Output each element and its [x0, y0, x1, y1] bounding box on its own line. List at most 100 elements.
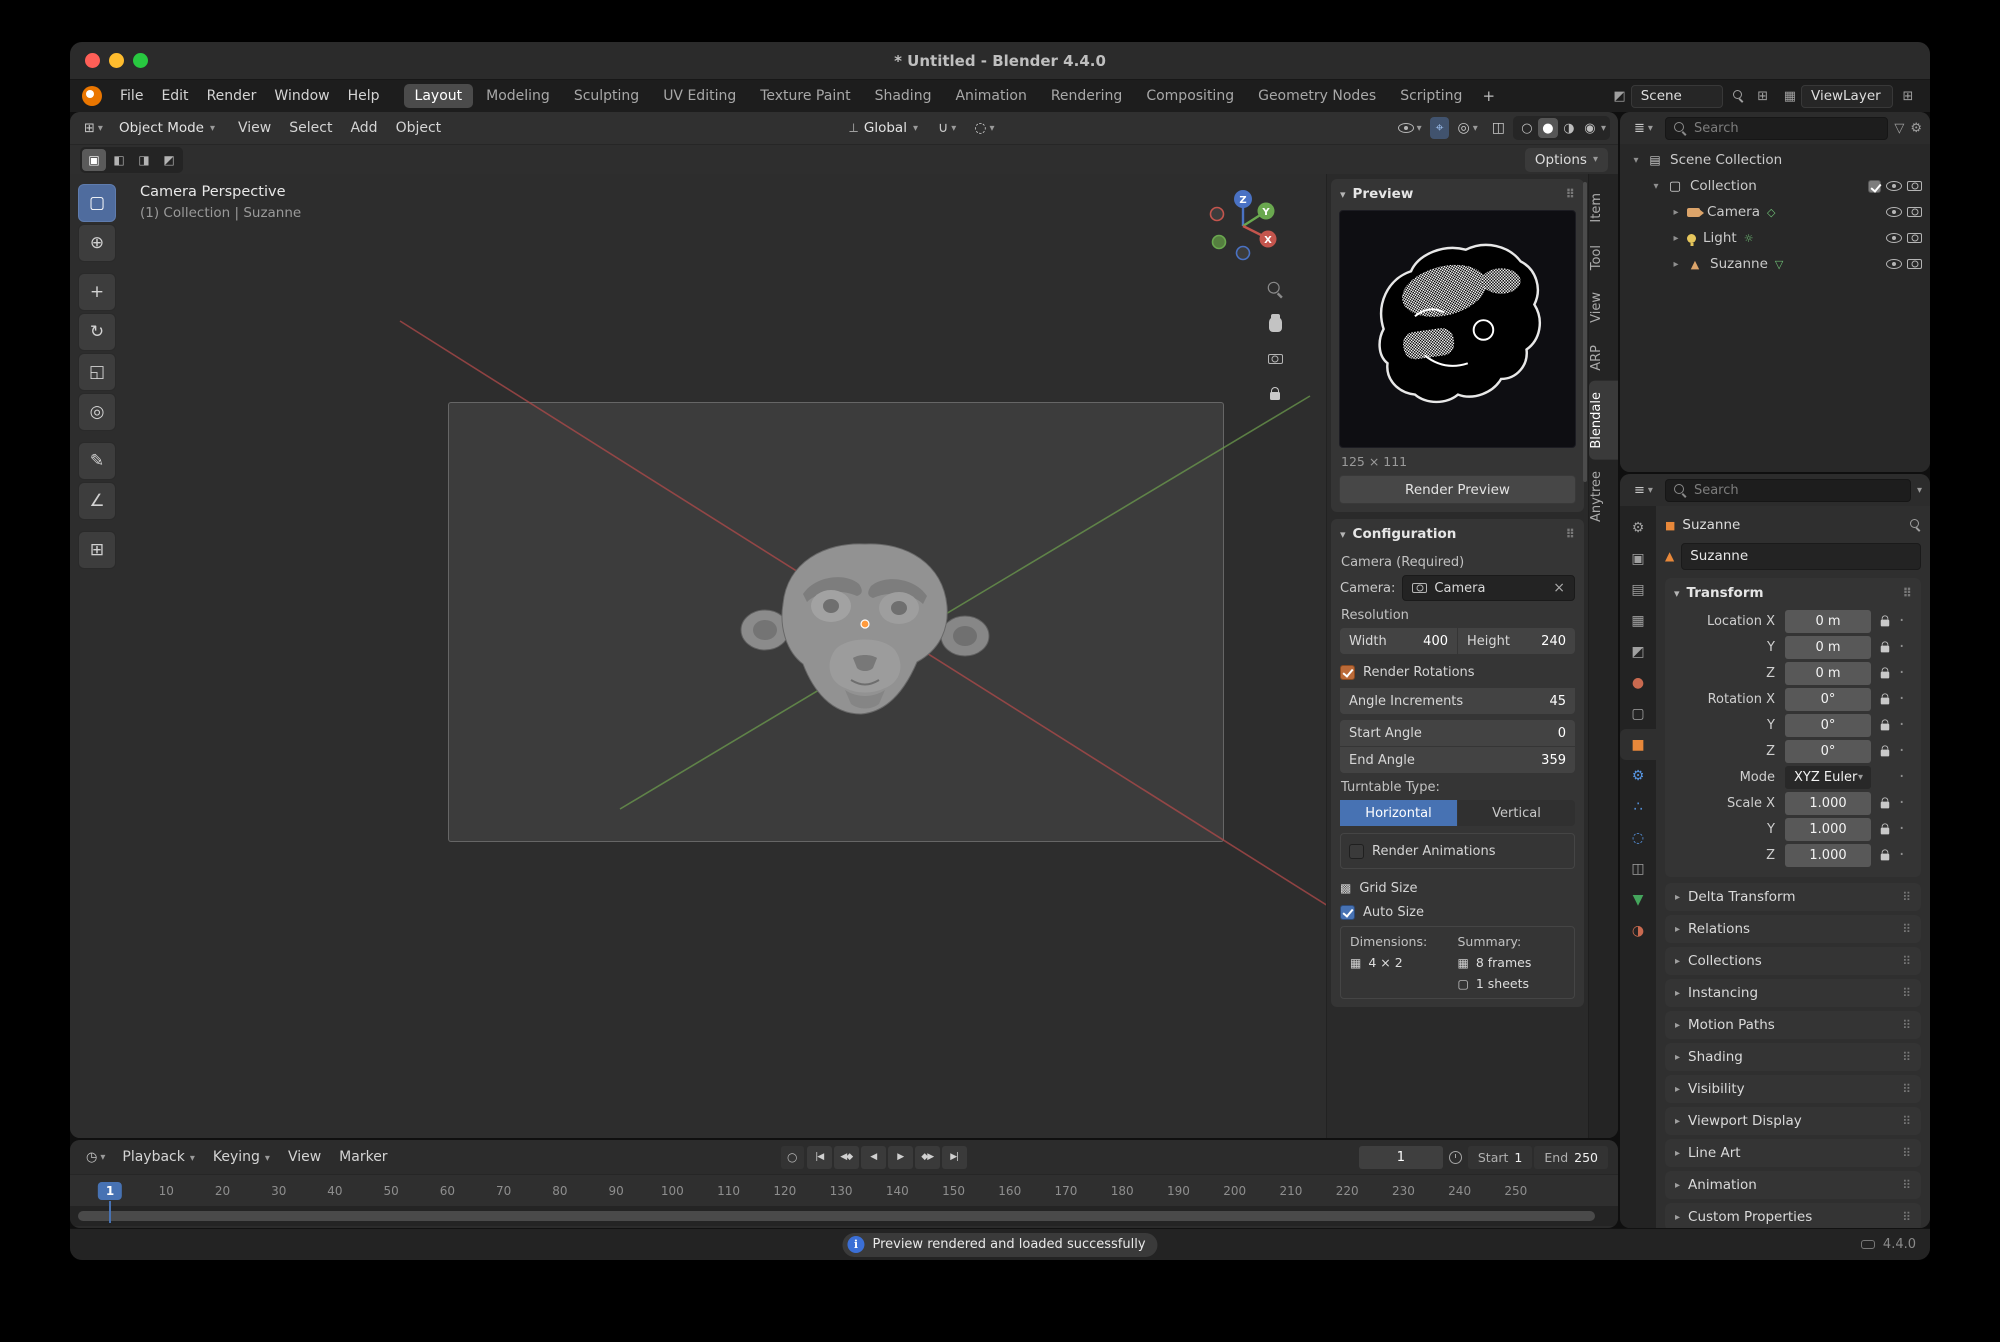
auto-size-checkbox[interactable]	[1340, 905, 1355, 920]
lock-icon[interactable]	[1881, 724, 1890, 731]
tab-object[interactable]: ■	[1620, 729, 1656, 760]
drag-handle-icon[interactable]	[1902, 986, 1911, 1000]
tab-render[interactable]: ▣	[1620, 543, 1656, 574]
play-button[interactable]: ▶	[888, 1146, 913, 1169]
tab-collection[interactable]: ▢	[1620, 698, 1656, 729]
viewport-canvas[interactable]: Camera Perspective (1) Collection | Suza…	[70, 174, 1326, 1138]
editor-type-button[interactable]: ⊞▾	[78, 118, 109, 139]
zoom-window-button[interactable]	[133, 53, 148, 68]
tab-modifiers[interactable]: ⚙	[1620, 760, 1656, 791]
tab-scene[interactable]: ◩	[1620, 636, 1656, 667]
outliner-row[interactable]: ▸ Camera ◇	[1620, 199, 1930, 225]
menu-item[interactable]: Window	[265, 84, 338, 108]
tab-physics[interactable]: ◌	[1620, 822, 1656, 853]
render-rotations-checkbox[interactable]	[1340, 665, 1355, 680]
properties-search-input[interactable]: Search	[1665, 479, 1911, 502]
workspace-tab[interactable]: Sculpting	[563, 84, 650, 108]
collapsed-panel-header[interactable]: Line Art	[1665, 1139, 1921, 1167]
drag-handle-icon[interactable]	[1902, 954, 1911, 968]
tab-particles[interactable]: ∴	[1620, 791, 1656, 822]
width-field[interactable]: Width400	[1340, 628, 1457, 654]
lock-view-toggle[interactable]	[1264, 383, 1286, 405]
gizmo-neg-z-axis[interactable]	[1237, 247, 1250, 260]
collapsed-panel-header[interactable]: Collections	[1665, 947, 1921, 975]
preview-panel-header[interactable]: Preview	[1331, 179, 1584, 208]
tab-tool[interactable]: ⚙	[1620, 512, 1656, 543]
workspace-tab[interactable]: Texture Paint	[749, 84, 861, 108]
sidebar-tab[interactable]: View	[1589, 281, 1618, 334]
move-tool[interactable]: +	[78, 273, 116, 311]
angle-increments-field[interactable]: Angle Increments45	[1340, 688, 1575, 714]
select-mode-extend[interactable]: ◧	[107, 149, 131, 171]
properties-options-icon[interactable]: ▾	[1917, 485, 1922, 496]
add-cube-tool[interactable]: ⊞	[78, 531, 116, 569]
animate-dot[interactable]	[1899, 720, 1911, 730]
animate-dot[interactable]	[1899, 668, 1911, 678]
pin-id-button[interactable]	[1909, 519, 1921, 531]
xray-toggle[interactable]: ◫	[1486, 117, 1511, 139]
outliner-row[interactable]: ▸ Suzanne ▽	[1620, 251, 1930, 277]
animate-dot[interactable]	[1899, 824, 1911, 834]
camera-view-toggle[interactable]	[1264, 348, 1286, 370]
frame-tick[interactable]: 250	[1516, 1175, 1572, 1206]
collapsed-panel-header[interactable]: Instancing	[1665, 979, 1921, 1007]
visibility-dropdown[interactable]: ▾	[1392, 120, 1428, 137]
value-field[interactable]: 0°	[1785, 740, 1871, 763]
transform-panel-header[interactable]: Transform	[1665, 578, 1921, 607]
timeline-editor-type-button[interactable]: ◷▾	[80, 1147, 111, 1168]
shading-wireframe-button[interactable]: ○	[1517, 118, 1537, 138]
drag-handle-icon[interactable]	[1902, 922, 1911, 936]
outliner-search-input[interactable]: Search	[1665, 117, 1888, 140]
scale-tool[interactable]: ◱	[78, 353, 116, 391]
animate-dot[interactable]	[1899, 772, 1911, 782]
outliner-row[interactable]: ▸ Light ☼	[1620, 225, 1930, 251]
lock-icon[interactable]	[1881, 802, 1890, 809]
workspace-tab[interactable]: UV Editing	[652, 84, 747, 108]
render-visibility-toggle[interactable]	[1907, 233, 1922, 243]
animate-dot[interactable]	[1899, 694, 1911, 704]
pin-scene-button[interactable]	[1728, 86, 1748, 106]
sidebar-tab[interactable]: Tool	[1589, 234, 1618, 281]
hide-eye-toggle[interactable]	[1886, 259, 1902, 269]
mode-dropdown[interactable]: Object Mode▾	[111, 116, 223, 140]
timeline-scrollbar[interactable]	[70, 1206, 1618, 1226]
play-reverse-button[interactable]: ◀	[861, 1146, 886, 1169]
render-visibility-toggle[interactable]	[1907, 259, 1922, 269]
lock-icon[interactable]	[1881, 854, 1890, 861]
blender-logo-icon[interactable]	[82, 86, 102, 106]
lock-icon[interactable]	[1881, 828, 1890, 835]
measure-tool[interactable]: ∠	[78, 482, 116, 520]
viewlayer-selector[interactable]: ViewLayer	[1801, 85, 1893, 108]
shading-material-button[interactable]: ◑	[1559, 118, 1579, 138]
value-field[interactable]: 1.000	[1785, 844, 1871, 867]
minimize-window-button[interactable]	[109, 53, 124, 68]
close-window-button[interactable]	[85, 53, 100, 68]
shading-rendered-button[interactable]: ◉	[1580, 118, 1600, 138]
menu-item[interactable]: Help	[339, 84, 389, 108]
start-angle-field[interactable]: Start Angle0	[1340, 720, 1575, 746]
navigation-gizmo[interactable]: Z Y X	[1204, 186, 1282, 264]
timeline-menu-item[interactable]: View	[279, 1145, 330, 1169]
filter-funnel-icon[interactable]: ▽	[1894, 121, 1904, 136]
value-field[interactable]: 0°	[1785, 688, 1871, 711]
scrollbar-thumb[interactable]	[78, 1211, 1595, 1221]
annotate-tool[interactable]: ✎	[78, 442, 116, 480]
drag-handle-icon[interactable]	[1902, 1050, 1911, 1064]
drag-handle-icon[interactable]	[1903, 586, 1912, 600]
value-field[interactable]: 1.000	[1785, 792, 1871, 815]
outliner-row[interactable]: ▾ Scene Collection	[1620, 147, 1930, 173]
transform-tool[interactable]: ◎	[78, 393, 116, 431]
expand-toggle[interactable]: ▾	[1630, 155, 1642, 166]
end-frame-field[interactable]: End250	[1534, 1146, 1608, 1169]
gizmo-neg-y-axis[interactable]	[1213, 236, 1226, 249]
collapsed-panel-header[interactable]: Viewport Display	[1665, 1107, 1921, 1135]
collapsed-panel-header[interactable]: Relations	[1665, 915, 1921, 943]
menu-item[interactable]: Render	[198, 84, 266, 108]
auto-keying-toggle[interactable]: ○	[781, 1146, 804, 1169]
next-keyframe-button[interactable]: ◆▶	[915, 1146, 940, 1169]
timeline-menu-item[interactable]: Keying▾	[204, 1145, 279, 1169]
drag-handle-icon[interactable]	[1902, 1146, 1911, 1160]
tab-data[interactable]: ▼	[1620, 884, 1656, 915]
end-angle-field[interactable]: End Angle359	[1340, 747, 1575, 773]
add-workspace-button[interactable]: +	[1474, 85, 1503, 107]
